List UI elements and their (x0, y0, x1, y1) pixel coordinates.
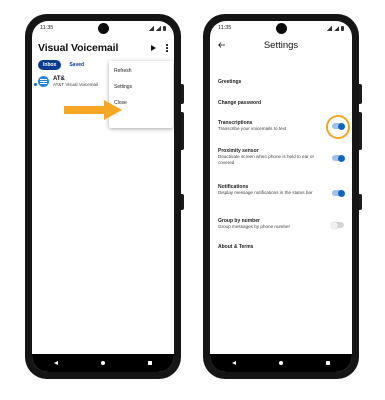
setting-notifications[interactable]: Notifications Display message notificati… (210, 184, 352, 208)
left-screen: 11:35 Visual Voicemail Inbox Saved AT& A… (32, 21, 174, 372)
setting-description: Display message notifications in the sta… (218, 190, 313, 195)
page-title: Visual Voicemail (38, 42, 119, 54)
tab-inbox[interactable]: Inbox (38, 60, 62, 70)
nav-recents-icon[interactable] (326, 361, 331, 365)
app-bar: Visual Voicemail (32, 35, 174, 57)
back-arrow-icon[interactable] (218, 42, 225, 48)
notifications-toggle[interactable] (332, 189, 345, 197)
status-icons (327, 25, 344, 31)
voicemail-subtitle: AT&T Visual Voicemail (53, 82, 99, 87)
setting-title: About & Terms (218, 244, 254, 250)
page-title: Settings (263, 39, 299, 51)
front-camera (97, 23, 109, 34)
voicemail-avatar-icon (38, 76, 49, 87)
status-time: 11:35 (40, 25, 54, 31)
menu-item-refresh[interactable]: Refresh (109, 64, 173, 80)
proximity-sensor-toggle[interactable] (332, 154, 345, 162)
setting-proximity-sensor[interactable]: Proximity sensor Deactivate screen when … (210, 148, 352, 172)
status-icons (149, 25, 166, 31)
tab-saved[interactable]: Saved (64, 60, 90, 70)
status-bar: 11:35 (32, 21, 174, 35)
power-button (181, 194, 184, 210)
setting-title: Change password (218, 100, 262, 106)
wifi-icon (327, 25, 332, 31)
play-icon[interactable] (151, 45, 156, 51)
setting-group-by-number[interactable]: Group by number Group messages by phone … (210, 218, 352, 234)
volume-up-button (359, 84, 362, 104)
settings-app-bar: Settings (210, 35, 352, 55)
front-camera (275, 23, 287, 34)
nav-recents-icon[interactable] (148, 361, 153, 365)
nav-home-icon[interactable] (278, 360, 284, 366)
volume-down-button (359, 112, 362, 150)
setting-greetings[interactable]: Greetings (210, 79, 352, 85)
setting-about-terms[interactable]: About & Terms (210, 244, 352, 250)
setting-title: Greetings (218, 79, 242, 85)
right-phone: 11:35 Settings Greetings Change password… (203, 14, 362, 379)
right-screen: 11:35 Settings Greetings Change password… (210, 21, 352, 372)
voicemail-text: AT& AT&T Visual Voicemail (53, 76, 98, 87)
more-options-icon[interactable] (166, 44, 168, 52)
wifi-icon (149, 25, 154, 31)
signal-icon (334, 25, 339, 31)
nav-back-icon[interactable] (231, 361, 236, 365)
volume-up-button (181, 84, 184, 104)
left-phone: 11:35 Visual Voicemail Inbox Saved AT& A… (25, 14, 184, 379)
setting-change-password[interactable]: Change password (210, 100, 352, 106)
system-nav-bar (210, 354, 352, 372)
status-bar: 11:35 (210, 21, 352, 35)
power-button (359, 194, 362, 210)
nav-back-icon[interactable] (53, 361, 58, 365)
battery-icon (163, 25, 166, 31)
status-time: 11:35 (218, 25, 232, 31)
pointer-arrow-icon (64, 100, 122, 120)
setting-description: Group messages by phone number (218, 224, 291, 229)
battery-icon (341, 25, 344, 31)
group-by-number-toggle[interactable] (331, 221, 344, 229)
highlight-circle (326, 115, 350, 139)
signal-icon (156, 25, 161, 31)
system-nav-bar (32, 354, 174, 372)
nav-home-icon[interactable] (100, 360, 106, 366)
setting-description: Transcribe your voicemails to text (218, 126, 287, 131)
menu-item-settings[interactable]: Settings (109, 80, 173, 96)
volume-down-button (181, 112, 184, 150)
app-bar-actions (151, 44, 168, 52)
setting-description: Deactivate screen when phone is held to … (218, 154, 315, 165)
unread-indicator (33, 83, 37, 86)
